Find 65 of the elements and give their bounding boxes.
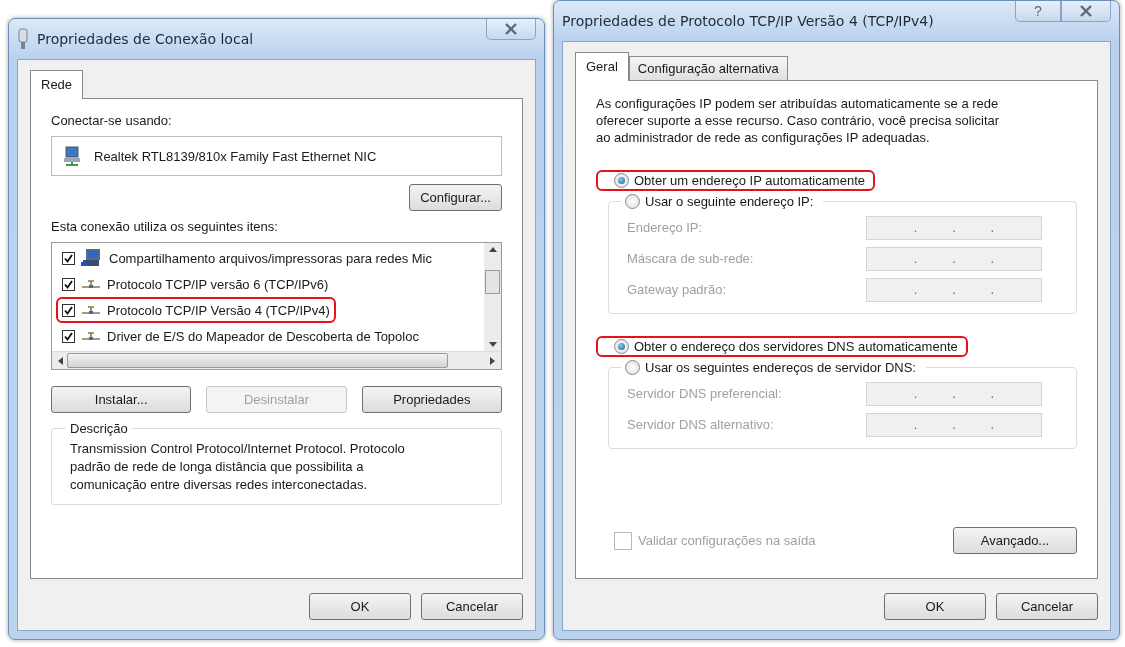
radio-label: Usar os seguintes endereços de servidor DNS:: [645, 360, 916, 375]
network-protocol-icon: [81, 305, 101, 315]
close-icon: [1079, 5, 1093, 17]
radio-button[interactable]: [614, 173, 629, 188]
item-label: Protocolo TCP/IP Versão 4 (TCP/IPv4): [107, 302, 330, 318]
field-label: Servidor DNS alternativo:: [627, 417, 774, 432]
group-title: Descrição: [69, 421, 129, 436]
window-title: Propriedades de Conexão local: [37, 31, 255, 47]
checkbox[interactable]: [62, 303, 75, 317]
network-adapter-icon: [17, 28, 29, 50]
vertical-scrollbar[interactable]: [484, 243, 501, 351]
item-label: Protocolo TCP/IP versão 6 (TCP/IPv6): [107, 276, 329, 292]
close-button[interactable]: [486, 19, 536, 40]
close-icon: [504, 23, 518, 35]
item-label: Driver de E/S do Mapeador de Descoberta de Topoloc: [107, 328, 419, 344]
radio-label: Obter um endereço IP automaticamente: [634, 173, 865, 188]
close-button[interactable]: [1061, 1, 1111, 22]
tab[interactable]: Geral: [575, 52, 629, 81]
field-label: Máscara de sub-rede:: [627, 251, 754, 266]
field-label: Endereço IP:: [627, 220, 703, 235]
list-item[interactable]: Protocolo TCP/IP versão 6 (TCP/IPv6): [56, 271, 335, 297]
radio-label: Usar o seguinte endereço IP:: [645, 194, 814, 209]
section-label: Conectar-se usando:: [51, 113, 173, 128]
scroll-thumb[interactable]: [67, 353, 448, 368]
advanced-button[interactable]: Avançado...: [953, 527, 1077, 554]
checkbox[interactable]: [62, 251, 75, 265]
list-item[interactable]: Driver de E/S do Mapeador de Descoberta de Topoloc: [56, 323, 425, 349]
list-item[interactable]: Compartilhamento arquivos/impressoras para redes Mic: [56, 245, 438, 271]
scroll-right-icon[interactable]: [490, 356, 495, 365]
list-action-button[interactable]: Propriedades: [361, 386, 502, 413]
network-protocol-icon: [81, 331, 101, 341]
dialog-button[interactable]: OK: [884, 593, 986, 620]
computer-icon: [81, 248, 103, 268]
radio-button[interactable]: [614, 339, 629, 354]
radio-button[interactable]: [625, 194, 640, 209]
scroll-left-icon[interactable]: [58, 356, 63, 365]
help-button[interactable]: ?: [1015, 1, 1061, 22]
horizontal-scrollbar[interactable]: [52, 351, 501, 369]
tab[interactable]: Rede: [30, 70, 84, 99]
configure-button[interactable]: Configurar...: [409, 184, 502, 211]
network-protocol-icon: [81, 279, 101, 289]
network-computer-icon: [62, 146, 82, 166]
window-title: Propriedades de Protocolo TCP/IP Versão 4 (TCP/IPv4): [562, 13, 935, 29]
radio-button[interactable]: [625, 360, 640, 375]
radio-option[interactable]: Usar o seguinte endereço IP:: [621, 191, 824, 212]
radio-option[interactable]: Usar os seguintes endereços de servidor DNS:: [621, 357, 926, 378]
intro-text: As configurações IP podem ser atribuídas automaticamente se a rede oferecer suporte a esse recurso. Caso contrário, você precisa solicitar ao administrador de rede as configurações IP adequadas.: [596, 95, 1001, 146]
scroll-thumb[interactable]: [485, 270, 500, 294]
section-label: Esta conexão utiliza os seguintes itens:: [51, 219, 279, 234]
description-text: Transmission Control Protocol/Internet Protocol. Protocolo padrão de rede de longa distância que possibilita a comunicação entre diversas redes interconectadas.: [69, 440, 406, 494]
checkbox[interactable]: [62, 277, 75, 291]
scroll-down-icon[interactable]: [488, 342, 497, 347]
tab[interactable]: Configuração alternativa: [628, 56, 788, 80]
dialog-button[interactable]: Cancelar: [996, 593, 1098, 620]
field-label: Servidor DNS preferencial:: [627, 386, 782, 401]
scroll-up-icon[interactable]: [488, 247, 497, 252]
radio-label: Obter o endereço dos servidores DNS automaticamente: [634, 339, 958, 354]
checkbox-label: Validar configurações na saída: [638, 533, 816, 548]
dialog-button[interactable]: OK: [309, 593, 411, 620]
item-label: Compartilhamento arquivos/impressoras para redes Mic: [109, 250, 432, 266]
dialog-button[interactable]: Cancelar: [421, 593, 523, 620]
field-label: Gateway padrão:: [627, 282, 726, 297]
list-action-button[interactable]: Instalar...: [51, 386, 192, 413]
checkbox[interactable]: [62, 329, 75, 343]
adapter-name: Realtek RTL8139/810x Family Fast Ethernet NIC: [94, 148, 377, 164]
